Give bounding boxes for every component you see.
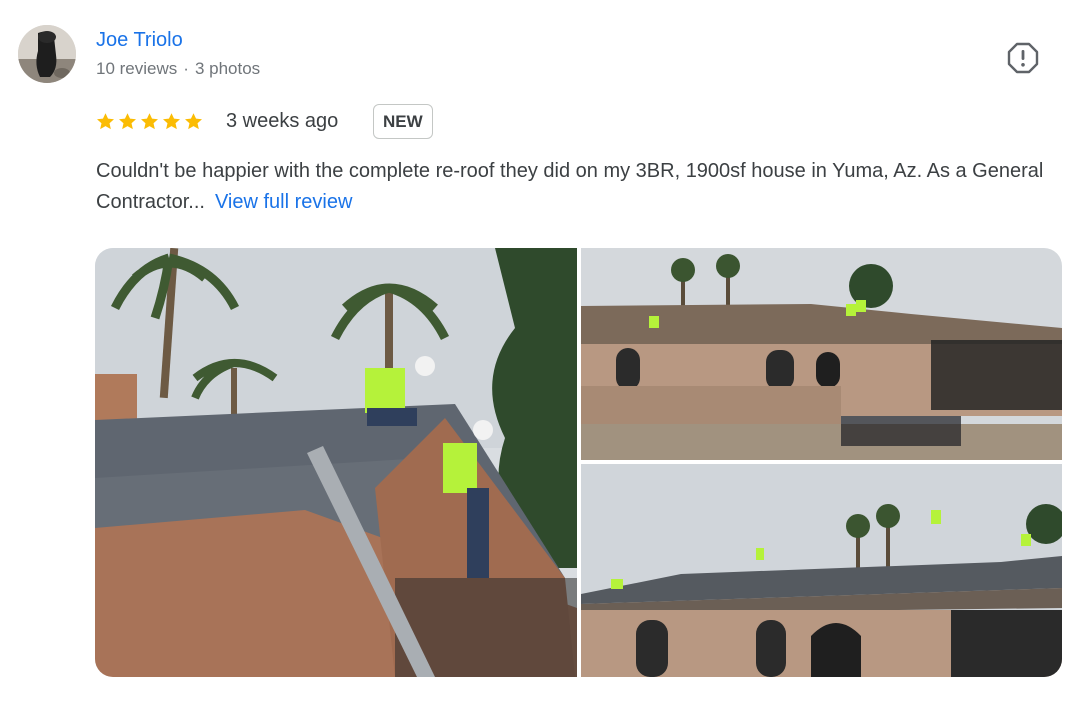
- photo-count: 3 photos: [194, 59, 261, 78]
- star-icon: [185, 113, 202, 130]
- star-rating: [95, 111, 204, 133]
- next-review-avatar-edge: [112, 700, 130, 708]
- avatar-image: [18, 25, 76, 83]
- reviewer-avatar[interactable]: [18, 25, 76, 83]
- photo-gallery: [95, 248, 1062, 677]
- new-badge: NEW: [373, 104, 433, 139]
- review-photo-roofers-closeup[interactable]: [95, 248, 577, 677]
- review-photo-house-front[interactable]: [581, 248, 1062, 460]
- reviewer-name[interactable]: Joe Triolo: [96, 29, 183, 52]
- star-icon: [119, 113, 136, 130]
- view-full-review-link[interactable]: View full review: [215, 191, 352, 213]
- star-icon: [163, 113, 180, 130]
- meta-separator: ·: [183, 59, 189, 78]
- review-count: 10 reviews: [96, 59, 178, 78]
- review-text-block: Couldn't be happier with the complete re…: [96, 156, 1066, 218]
- star-icon: [141, 113, 158, 130]
- review-date: 3 weeks ago: [226, 110, 339, 132]
- reviewer-meta: 10 reviews · 3 photos: [96, 59, 260, 79]
- review-card: Joe Triolo 10 reviews · 3 photos 3 weeks a…: [0, 0, 1086, 708]
- report-flag-icon[interactable]: [1006, 41, 1040, 75]
- star-icon: [97, 113, 114, 130]
- review-photo-house-side[interactable]: [581, 464, 1062, 677]
